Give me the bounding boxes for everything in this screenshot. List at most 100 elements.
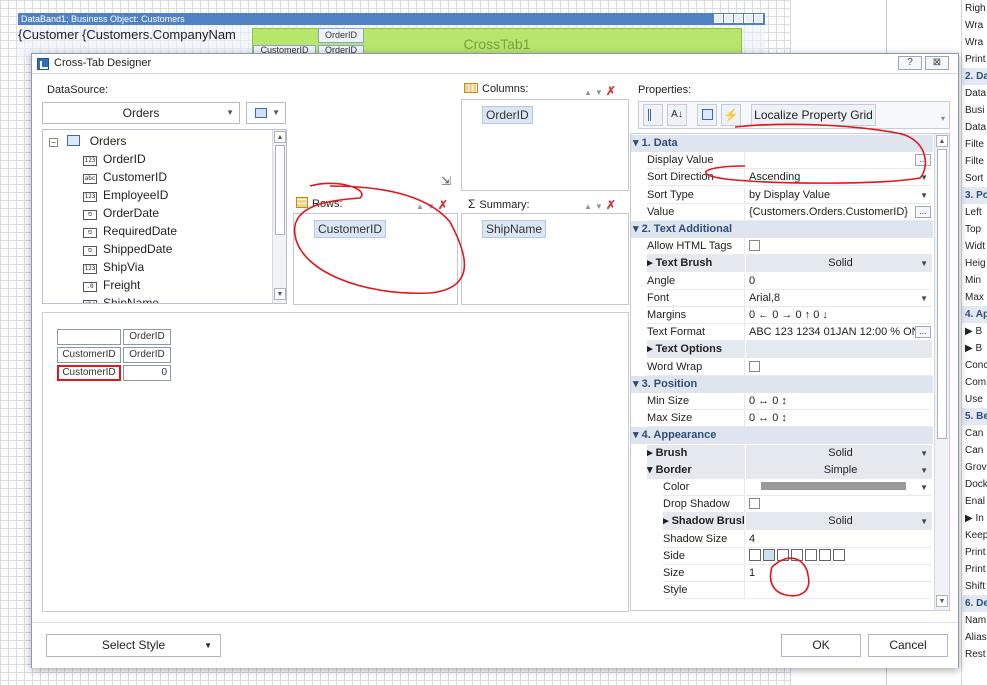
preview-value-cell[interactable]: 0 — [123, 365, 171, 381]
chevron-down-icon[interactable]: ▼ — [920, 513, 928, 529]
property-value[interactable]: Simple ▼ — [746, 461, 932, 479]
ellipsis-button[interactable]: ... — [915, 326, 931, 339]
property-value[interactable]: ▼ — [746, 479, 932, 496]
columns-zone[interactable]: OrderID — [461, 99, 629, 191]
property-row[interactable]: Font Arial,8 ▼ — [631, 289, 933, 307]
property-grid[interactable]: Style Size 1 Side Shadow Size 4 ▸ Shadow Brush… — [630, 133, 950, 611]
sort-az-icon[interactable]: A↓ — [667, 104, 687, 126]
ellipsis-button[interactable]: ... — [915, 205, 931, 218]
ok-button[interactable]: OK — [781, 634, 861, 657]
rows-zone[interactable]: CustomerID — [293, 213, 458, 305]
help-button[interactable]: ? — [898, 56, 922, 70]
right-panel-item[interactable]: Can — [962, 425, 987, 442]
right-panel-item[interactable]: Filte — [962, 136, 987, 153]
property-value[interactable]: by Display Value ▼ — [746, 187, 932, 204]
right-panel-item[interactable]: Can — [962, 442, 987, 459]
toolbar-overflow-icon[interactable]: ▾ — [941, 114, 945, 123]
right-panel-item[interactable]: Use — [962, 391, 987, 408]
property-row[interactable]: ▾ Border Simple ▼ — [631, 461, 933, 479]
right-panel-item[interactable]: Keep — [962, 527, 987, 544]
property-value[interactable] — [746, 548, 932, 565]
property-category[interactable]: ▾ 3. Position — [631, 375, 933, 393]
right-panel-item[interactable]: Top — [962, 221, 987, 238]
property-value[interactable]: 1 — [746, 565, 932, 582]
property-value[interactable]: 0 ← 0 → 0 ↑ 0 ↓ — [746, 307, 932, 324]
border-side-icon[interactable] — [777, 548, 789, 561]
scroll-down-icon[interactable]: ▼ — [274, 288, 286, 300]
tree-field-item[interactable]: abc CustomerID — [83, 170, 167, 184]
property-row[interactable]: Word Wrap — [631, 358, 933, 376]
chevron-down-icon[interactable]: ▼ — [920, 169, 928, 185]
datasource-tree[interactable]: − Orders 123 OrderID abc CustomerID 123 Emplo… — [42, 129, 287, 304]
right-panel-item[interactable]: Busi — [962, 102, 987, 119]
right-panel-item[interactable]: Dock — [962, 476, 987, 493]
property-row[interactable]: Display Value... — [631, 152, 933, 170]
right-panel-item[interactable]: Grov — [962, 459, 987, 476]
property-row[interactable]: ▸ Shadow Brush Solid ▼ — [631, 513, 933, 531]
right-panel-item[interactable]: ▶ B — [962, 323, 987, 340]
right-panel-item[interactable]: Nam — [962, 612, 987, 629]
property-value[interactable]: 0 ↔ 0 ↕ — [746, 393, 932, 410]
property-row[interactable]: Side — [631, 547, 933, 565]
summary-tools[interactable]: ▲▼✗ — [584, 198, 619, 212]
right-panel-section[interactable]: 4. Ap — [962, 306, 987, 323]
right-panel-item[interactable]: Conc — [962, 357, 987, 374]
columns-tools[interactable]: ▲▼✗ — [584, 84, 619, 98]
cancel-button[interactable]: Cancel — [868, 634, 948, 657]
property-row[interactable]: Angle 0 — [631, 272, 933, 290]
property-row[interactable]: Margins 0 ← 0 → 0 ↑ 0 ↓ — [631, 307, 933, 324]
summary-zone[interactable]: ShipName — [461, 213, 629, 305]
property-value[interactable]: Ascending ▼ — [746, 169, 932, 187]
property-value[interactable]: Solid ▼ — [746, 513, 932, 531]
chevron-down-icon[interactable]: ▼ — [920, 479, 928, 495]
property-row[interactable]: Allow HTML Tags — [631, 238, 933, 256]
scroll-thumb[interactable] — [937, 149, 947, 439]
categorized-icon[interactable] — [643, 104, 663, 126]
preview-row-field[interactable]: CustomerID — [57, 365, 121, 381]
properties-icon[interactable] — [697, 104, 717, 126]
right-panel-item[interactable]: Min — [962, 272, 987, 289]
right-panel-item[interactable]: Righ — [962, 0, 987, 17]
swap-icon[interactable]: ⇲ — [441, 174, 451, 188]
border-side-icon[interactable] — [805, 548, 817, 561]
collapse-icon[interactable]: − — [49, 138, 58, 147]
right-panel-section[interactable]: 6. De — [962, 595, 987, 612]
tree-field-item[interactable]: 123 OrderID — [83, 152, 146, 166]
tree-scrollbar[interactable]: ▲ ▼ — [272, 130, 286, 303]
border-side-icon[interactable] — [819, 548, 831, 561]
property-row[interactable]: Max Size 0 ↔ 0 ↕ — [631, 410, 933, 428]
tree-field-item[interactable]: ⏲ OrderDate — [83, 206, 159, 220]
property-row[interactable]: Min Size 0 ↔ 0 ↕ — [631, 393, 933, 410]
right-panel-item[interactable]: Wra — [962, 34, 987, 51]
checkbox[interactable] — [749, 240, 760, 252]
property-category[interactable]: ▾ 1. Data — [631, 135, 933, 152]
chevron-down-icon[interactable]: ▼ — [920, 255, 928, 271]
rows-tools[interactable]: ▲▼✗ — [416, 198, 451, 212]
tree-field-item[interactable]: ⏲ ShippedDate — [83, 242, 172, 256]
property-row[interactable]: Sort Direction Ascending ▼ — [631, 169, 933, 187]
preview-col-header[interactable]: OrderID — [123, 329, 171, 345]
property-row[interactable]: Size 1 — [631, 565, 933, 582]
property-grid-scrollbar[interactable]: ▲ ▼ — [934, 134, 949, 610]
right-panel-section[interactable]: 2. Da — [962, 68, 987, 85]
dialog-title-bar[interactable]: Cross-Tab Designer ? ⊠ — [32, 54, 958, 74]
scroll-thumb[interactable] — [275, 145, 285, 235]
tree-field-item[interactable]: ⏲ RequiredDate — [83, 224, 177, 238]
preview-row-header[interactable]: CustomerID — [57, 347, 121, 363]
column-field-tag[interactable]: OrderID — [482, 106, 533, 124]
chevron-down-icon[interactable]: ▼ — [920, 445, 928, 461]
tree-root-orders[interactable]: − Orders — [49, 134, 126, 148]
right-panel-section[interactable]: 3. Po — [962, 187, 987, 204]
right-panel-item[interactable]: Data — [962, 85, 987, 102]
property-row[interactable]: ▸ Brush Solid ▼ — [631, 444, 933, 462]
preview-corner-col[interactable]: OrderID — [123, 347, 171, 363]
scroll-up-icon[interactable]: ▲ — [936, 135, 948, 147]
property-value[interactable]: ABC 123 1234 01JAN 12:00 % ON/OFF #.#... — [746, 324, 932, 342]
property-row[interactable]: Color ▼ — [631, 479, 933, 496]
right-panel-item[interactable]: Filte — [962, 153, 987, 170]
right-panel-item[interactable]: Widt — [962, 238, 987, 255]
right-panel-item[interactable]: ▶ B — [962, 340, 987, 357]
right-panel-item[interactable]: Wra — [962, 17, 987, 34]
tree-field-item[interactable]: abc ShipName — [83, 296, 159, 303]
row-field-tag[interactable]: CustomerID — [314, 220, 387, 238]
